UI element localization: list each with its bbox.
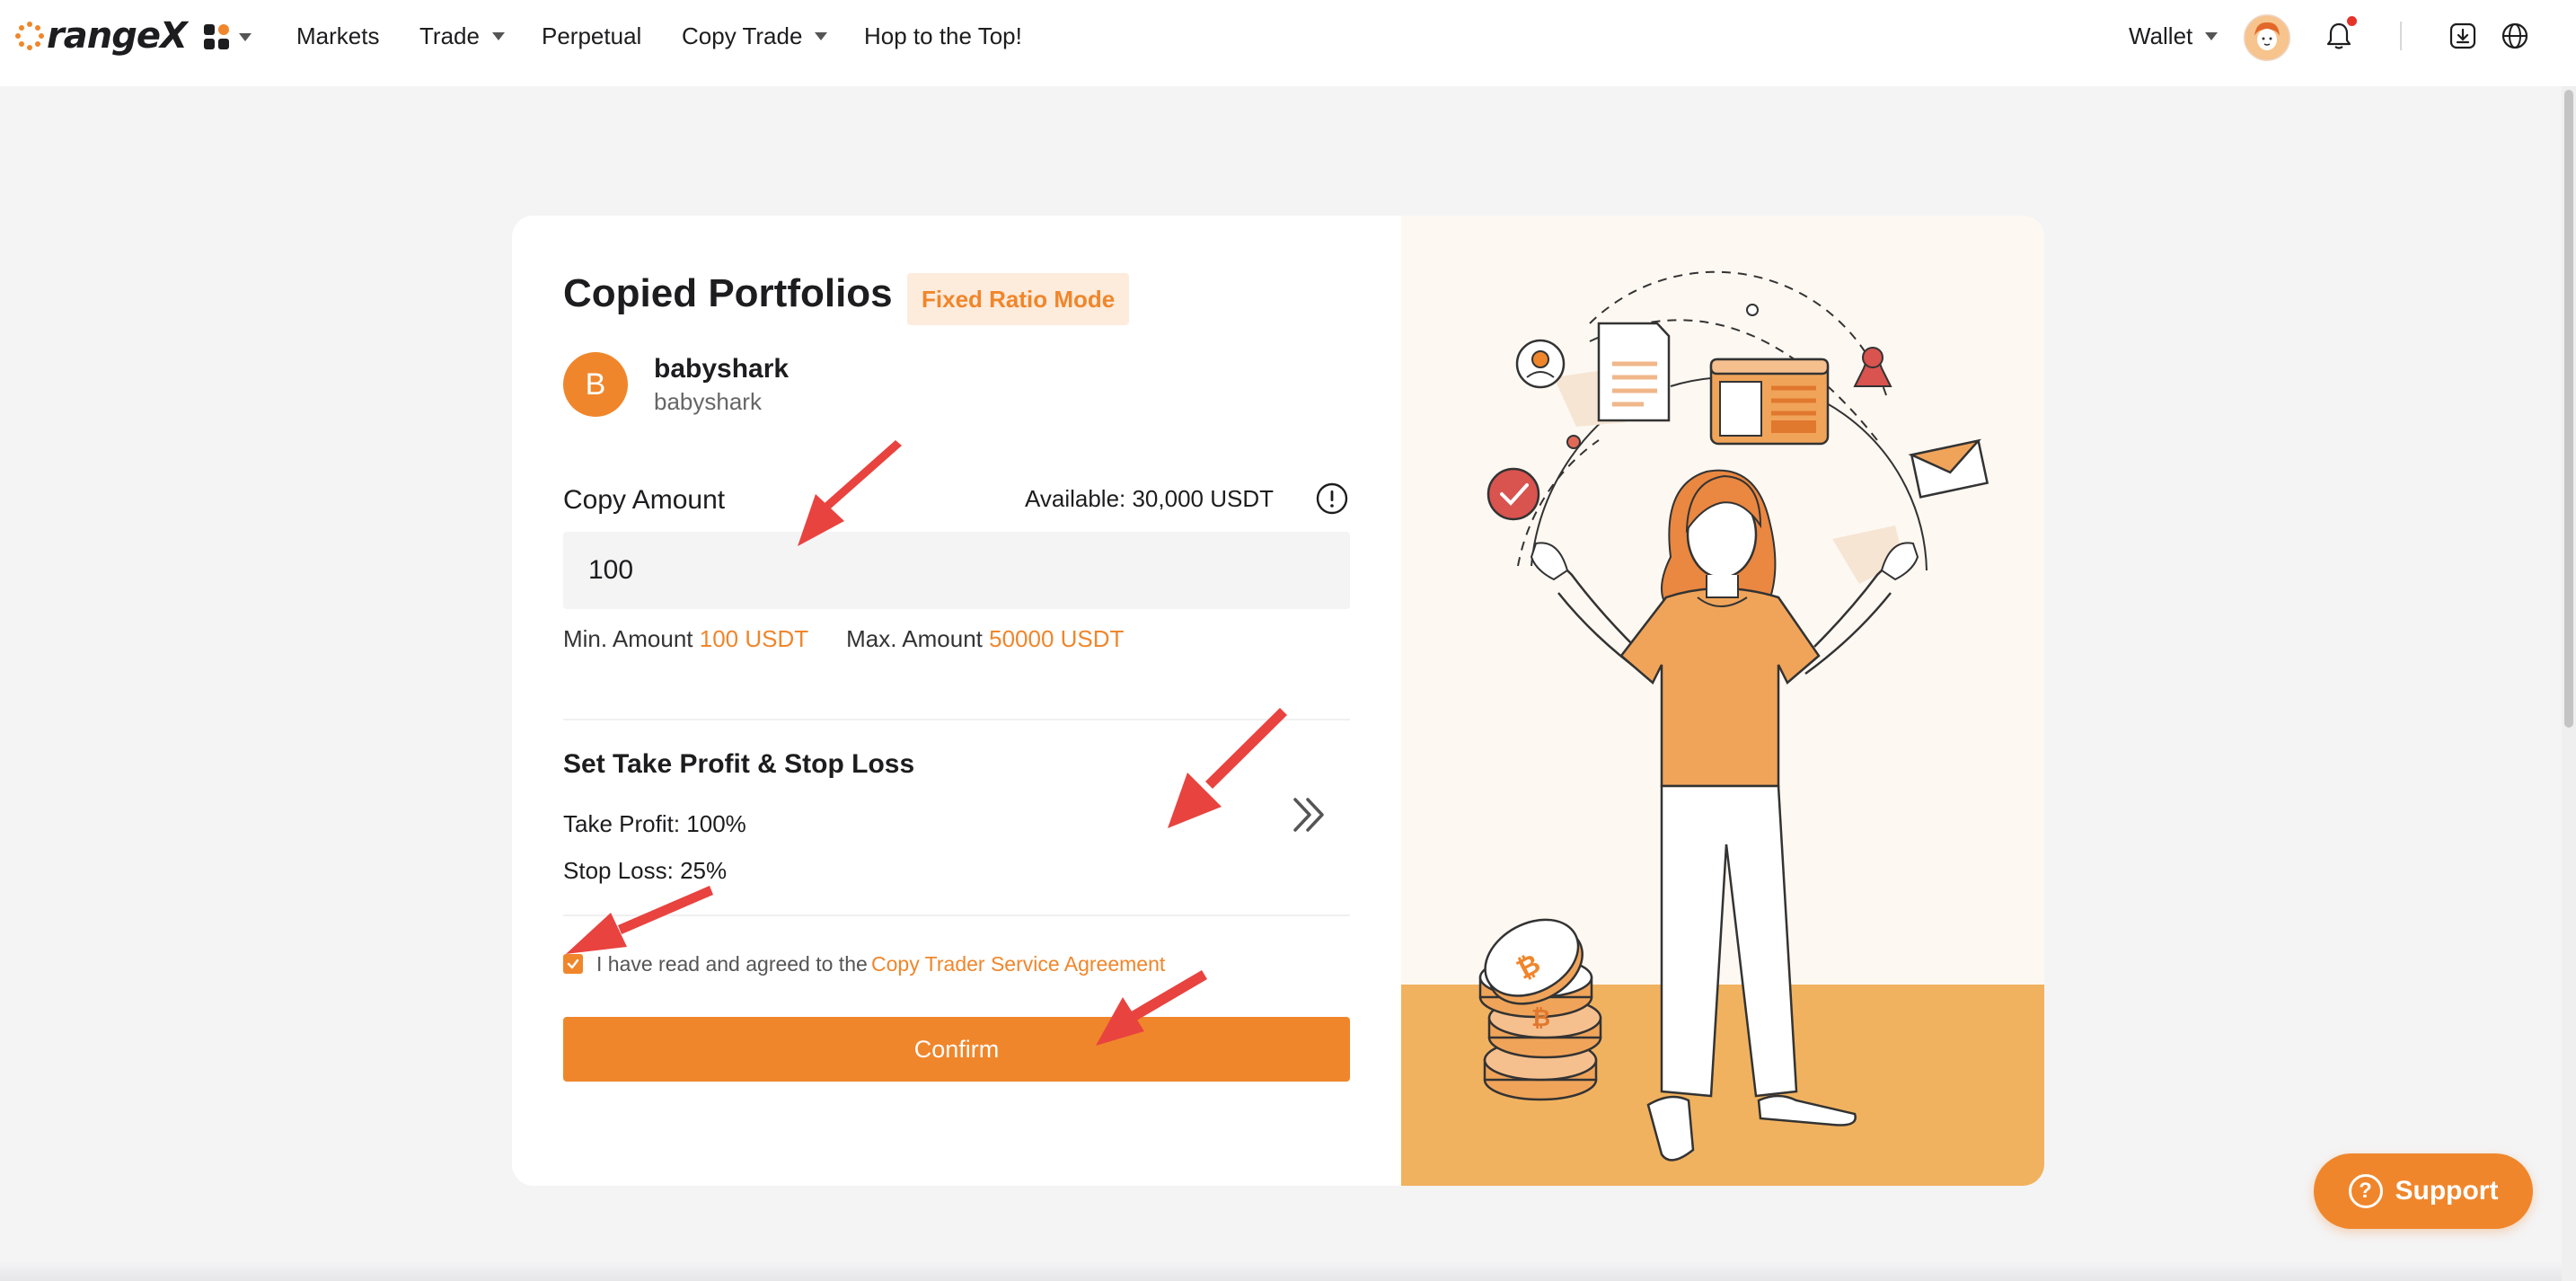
nav-markets[interactable]: Markets	[296, 20, 379, 52]
orangex-logo[interactable]: rangeX	[14, 13, 188, 59]
agreement-text: I have read and agreed to the	[596, 952, 868, 976]
notification-dot	[2347, 16, 2357, 26]
nav-trade-label: Trade	[419, 22, 480, 49]
language-button[interactable]	[2499, 14, 2531, 57]
stop-loss-value: Stop Loss: 25%	[563, 857, 728, 884]
download-icon	[2449, 22, 2476, 49]
question-icon: ?	[2348, 1174, 2383, 1208]
nav-copy-trade[interactable]: Copy Trade	[682, 20, 828, 52]
woman-with-icons-illustration: ₿ ₿	[1478, 270, 1989, 1162]
logo-ring-icon	[15, 22, 44, 50]
amount-limits: Min. Amount 100 USDT Max. Amount 50000 U…	[563, 625, 1124, 653]
globe-icon	[2501, 22, 2528, 49]
chevron-down-icon	[815, 31, 828, 40]
apps-menu[interactable]	[203, 20, 251, 54]
scrollbar-thumb[interactable]	[2564, 90, 2573, 728]
logo-text: rangeX	[47, 15, 188, 57]
available-balance: Available: 30,000 USDT	[1024, 485, 1274, 512]
wallet-menu[interactable]: Wallet	[2129, 14, 2219, 57]
checkmark-icon	[567, 959, 579, 969]
min-amount-value: 100 USDT	[699, 625, 808, 652]
copy-amount-label: Copy Amount	[563, 485, 726, 515]
bottom-edge	[0, 1261, 2562, 1281]
double-chevron-right-icon[interactable]	[1288, 792, 1333, 837]
chevron-down-icon	[2205, 31, 2219, 40]
copy-form: Copied Portfolios Fixed Ratio Mode B bab…	[512, 216, 1401, 1186]
max-amount-value: 50000 USDT	[989, 625, 1125, 652]
trader-handle: babyshark	[654, 388, 762, 415]
nav-copy-trade-label: Copy Trade	[682, 22, 803, 49]
nav-perpetual-label: Perpetual	[542, 22, 642, 49]
nav-hop-label: Hop to the Top!	[864, 22, 1022, 49]
nav-perpetual[interactable]: Perpetual	[542, 20, 641, 52]
apps-grid-icon	[204, 24, 229, 49]
max-amount-label: Max. Amount	[846, 625, 983, 652]
tpsl-title: Set Take Profit & Stop Loss	[563, 749, 915, 779]
agreement-checkbox[interactable]	[563, 954, 583, 974]
min-amount-label: Min. Amount	[563, 625, 693, 652]
section-divider	[563, 914, 1350, 916]
download-button[interactable]	[2447, 14, 2479, 57]
section-divider	[563, 719, 1350, 720]
chevron-down-icon	[491, 31, 505, 40]
bell-icon	[2326, 22, 2351, 49]
nav-divider	[2400, 22, 2402, 50]
copy-portfolio-card: Copied Portfolios Fixed Ratio Mode B bab…	[512, 216, 2044, 1186]
support-button[interactable]: ? Support	[2314, 1153, 2533, 1229]
nav-hop-to-the-top[interactable]: Hop to the Top!	[864, 20, 1022, 52]
wallet-label: Wallet	[2129, 22, 2193, 49]
notification-bell[interactable]	[2323, 14, 2357, 57]
nav-markets-label: Markets	[296, 22, 380, 49]
support-label: Support	[2395, 1176, 2499, 1206]
page-title: Copied Portfolios	[563, 271, 893, 315]
svg-text:₿: ₿	[1531, 1005, 1550, 1032]
take-profit-value: Take Profit: 100%	[563, 810, 746, 837]
illustration-panel: ₿ ₿	[1401, 216, 2044, 1186]
top-navbar: rangeX Markets Trade Perpetual Copy Trad…	[0, 0, 2576, 86]
info-icon[interactable]	[1315, 481, 1349, 516]
trader-name: babyshark	[654, 354, 790, 384]
trader-avatar: B	[563, 352, 628, 417]
user-avatar-icon	[2245, 16, 2289, 59]
confirm-button[interactable]: Confirm	[563, 1017, 1350, 1082]
copy-amount-input[interactable]	[563, 532, 1350, 609]
agreement-link[interactable]: Copy Trader Service Agreement	[871, 952, 1165, 976]
nav-trade[interactable]: Trade	[419, 20, 505, 52]
user-avatar[interactable]	[2244, 14, 2290, 61]
mode-badge: Fixed Ratio Mode	[907, 273, 1130, 325]
chevron-down-icon	[239, 32, 251, 41]
